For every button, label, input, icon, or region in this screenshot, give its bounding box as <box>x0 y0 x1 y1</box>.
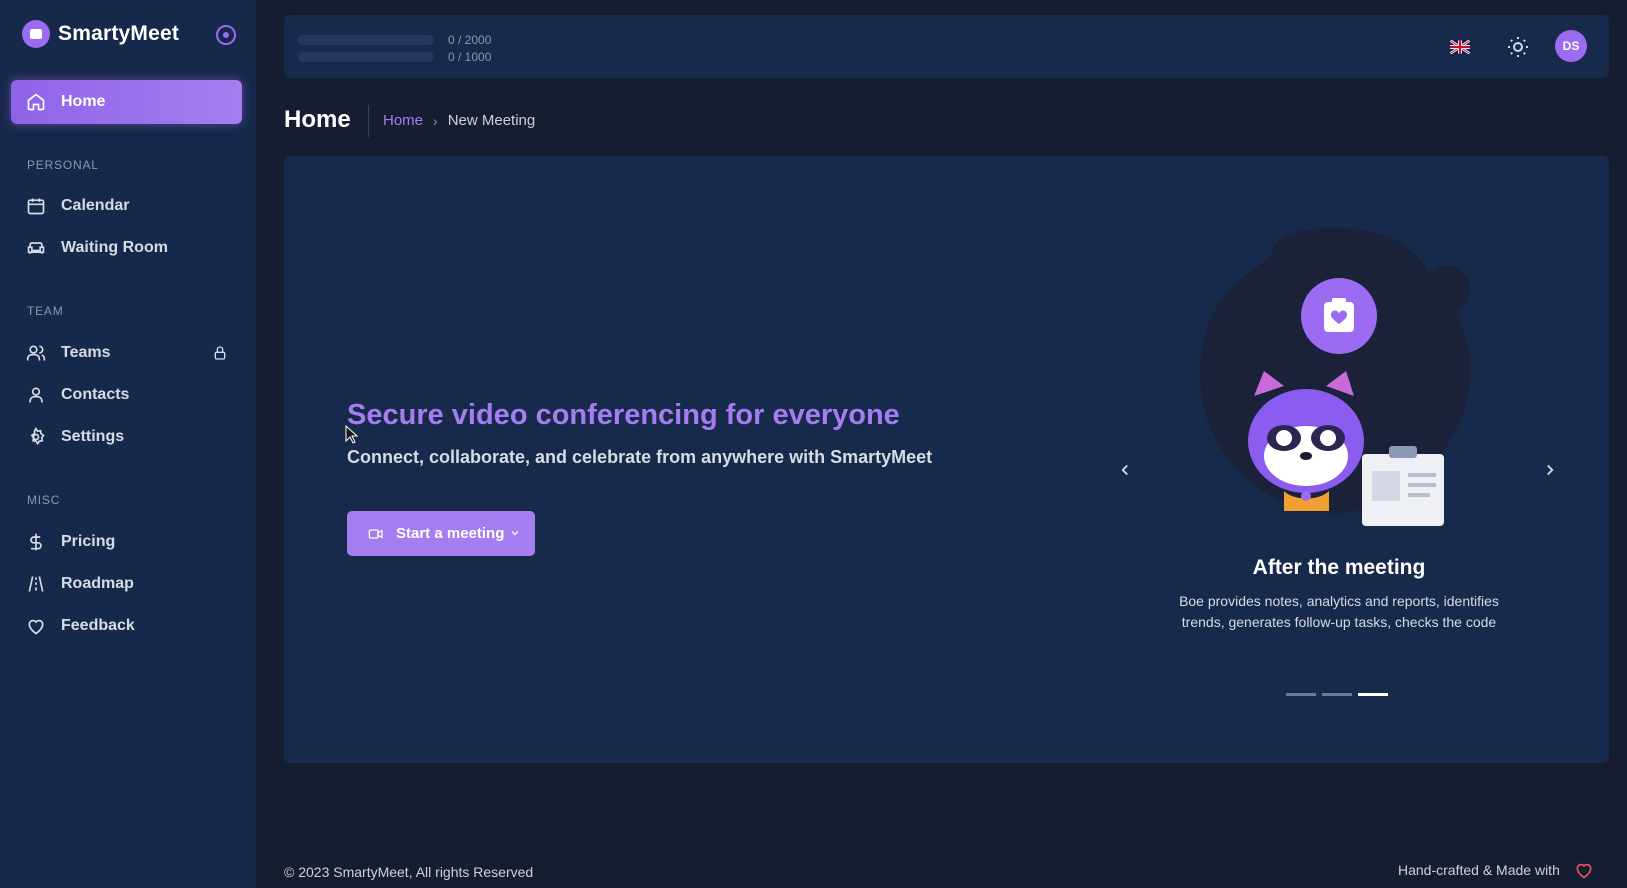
sidebar-item-label: Feedback <box>61 617 135 634</box>
quota-text: 0 / 1000 <box>448 50 492 64</box>
sidebar-item-feedback[interactable]: Feedback <box>11 604 242 648</box>
sidebar-collapse-toggle[interactable] <box>216 25 236 45</box>
sidebar-item-settings[interactable]: Settings <box>11 415 242 459</box>
breadcrumb-current: New Meeting <box>447 112 536 129</box>
carousel-next-icon[interactable] <box>1541 461 1559 479</box>
sidebar: SmartyMeet Home PERSONAL Calendar Waitin… <box>0 0 256 888</box>
start-meeting-button[interactable]: Start a meeting <box>347 511 535 556</box>
sidebar-item-label: Settings <box>61 428 125 445</box>
section-title-team: TEAM <box>27 304 64 318</box>
quota-text: 0 / 2000 <box>448 33 492 47</box>
calendar-icon <box>26 196 46 216</box>
sidebar-item-label: Home <box>61 93 106 110</box>
breadcrumb-divider <box>368 105 369 137</box>
carousel-indicators <box>1286 693 1394 696</box>
breadcrumb-home-link[interactable]: Home <box>383 112 423 129</box>
sun-icon[interactable] <box>1506 35 1530 59</box>
sidebar-item-label: Roadmap <box>61 575 134 592</box>
chevron-down-icon[interactable] <box>509 527 521 539</box>
brand-name: SmartyMeet <box>58 22 180 45</box>
brand[interactable]: SmartyMeet <box>22 20 179 48</box>
footer-made-with-text: Hand-crafted & Made with <box>1398 862 1560 878</box>
heart-icon <box>1576 863 1592 879</box>
sidebar-item-label: Calendar <box>61 197 130 214</box>
sidebar-item-label: Teams <box>61 344 111 361</box>
quota-progress-bar <box>298 35 434 45</box>
carousel-indicator[interactable] <box>1358 693 1388 696</box>
sidebar-item-label: Contacts <box>61 386 130 403</box>
top-navbar: 0 / 2000 0 / 1000 DS <box>284 15 1609 78</box>
gear-icon <box>26 427 46 447</box>
footer-copyright: © 2023 SmartyMeet, All rights Reserved <box>284 864 534 880</box>
user-icon <box>26 385 46 405</box>
quota-row-1: 0 / 2000 <box>298 33 491 47</box>
sidebar-item-roadmap[interactable]: Roadmap <box>11 562 242 606</box>
carousel-slide-title: After the meeting <box>1252 556 1426 579</box>
lock-icon <box>214 346 226 360</box>
avatar[interactable]: DS <box>1555 30 1587 62</box>
quota-progress-bar <box>298 52 434 62</box>
raccoon-mascot-illustration <box>1200 228 1471 526</box>
sidebar-item-pricing[interactable]: Pricing <box>11 520 242 564</box>
sidebar-item-contacts[interactable]: Contacts <box>11 373 242 417</box>
sidebar-item-teams[interactable]: Teams <box>11 331 242 375</box>
heart-icon <box>26 616 46 636</box>
hero-card: Secure video conferencing for everyone C… <box>284 156 1609 763</box>
page-title: Home <box>284 106 351 133</box>
dollar-icon <box>26 532 46 552</box>
carousel-indicator[interactable] <box>1322 693 1352 696</box>
section-title-personal: PERSONAL <box>27 158 99 172</box>
footer-made-with: Hand-crafted & Made with <box>1398 860 1594 880</box>
mouse-cursor-icon <box>345 425 359 444</box>
users-icon <box>26 343 46 363</box>
carousel-slide-description: Boe provides notes, analytics and report… <box>1179 593 1499 630</box>
sidebar-item-label: Pricing <box>61 533 116 550</box>
sidebar-item-calendar[interactable]: Calendar <box>11 184 242 228</box>
sidebar-item-waiting-room[interactable]: Waiting Room <box>11 226 242 270</box>
hero-title: Secure video conferencing for everyone <box>347 399 900 431</box>
video-camera-icon <box>368 528 383 539</box>
home-icon <box>26 92 46 112</box>
carousel-indicator[interactable] <box>1286 693 1316 696</box>
start-meeting-label: Start a meeting <box>396 525 505 542</box>
uk-flag-icon[interactable] <box>1450 40 1470 54</box>
sidebar-item-label: Waiting Room <box>61 239 168 256</box>
hero-subtitle: Connect, collaborate, and celebrate from… <box>347 447 933 467</box>
sidebar-item-home[interactable]: Home <box>11 80 242 124</box>
section-title-misc: MISC <box>27 493 61 507</box>
carousel-prev-icon[interactable] <box>1116 461 1134 479</box>
quota-row-2: 0 / 1000 <box>298 50 491 64</box>
breadcrumb: Home › New Meeting <box>383 112 535 129</box>
sofa-icon <box>26 238 46 258</box>
brand-logo-icon <box>22 20 50 48</box>
chevron-right-icon: › <box>433 112 438 129</box>
road-icon <box>26 574 46 594</box>
